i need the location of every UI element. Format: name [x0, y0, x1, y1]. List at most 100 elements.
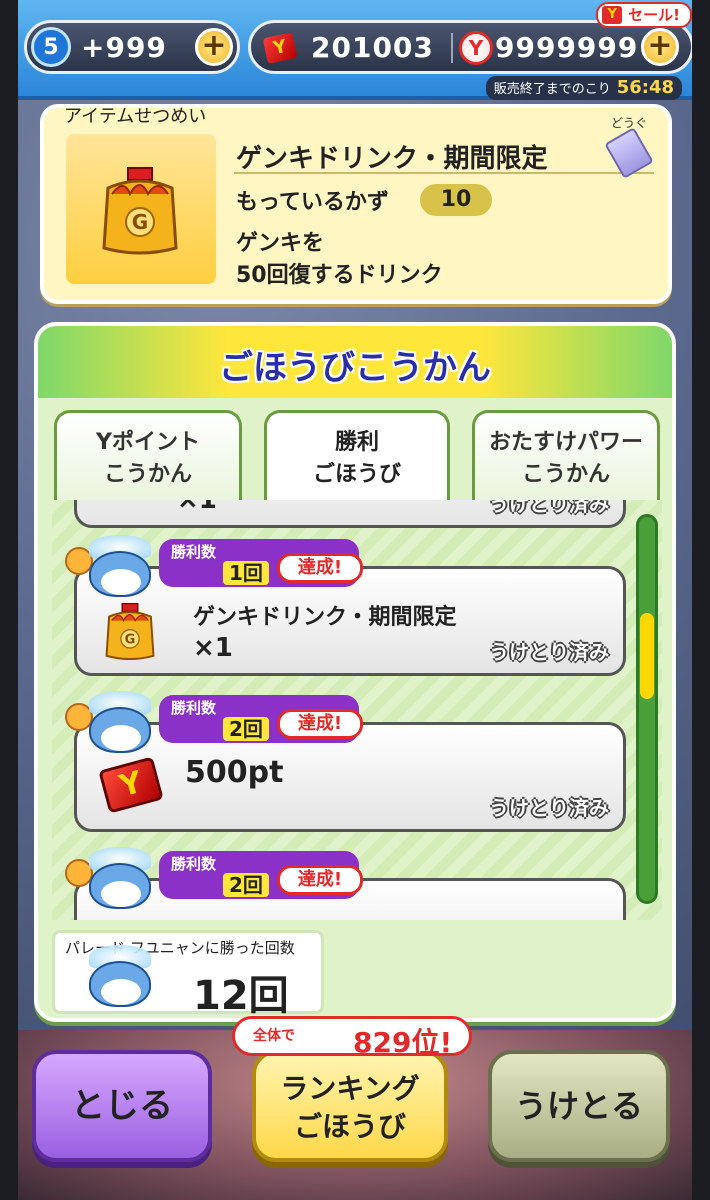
tab-label-line1: おたすけパワー — [488, 430, 643, 455]
achieved-badge: 達成! — [277, 709, 363, 739]
reward-qty: ×1 — [177, 500, 217, 515]
win-label: 勝利数 — [171, 699, 217, 717]
win-count: 2回 — [223, 873, 269, 897]
fuyunyan-icon — [65, 943, 151, 1007]
reward-list-scrollbar[interactable] — [636, 514, 658, 904]
item-name-underline — [234, 172, 654, 174]
genki-drink-icon: G — [102, 167, 178, 255]
timer-label: 販売終了までのこり — [493, 82, 611, 97]
add-money-button[interactable]: + — [641, 28, 679, 66]
receive-button-label: うけとる — [514, 1087, 643, 1125]
timer-value: 56:48 — [616, 77, 674, 98]
received-status: うけとり済み — [489, 796, 609, 820]
owned-count: 10 — [420, 184, 492, 216]
add-energy-button[interactable]: + — [195, 28, 233, 66]
fuyunyan-icon — [65, 689, 151, 759]
reward-tabs: Yポイント こうかん 勝利 ごほうび おたすけパワー こうかん — [38, 410, 672, 506]
rank-prefix: 全体で — [253, 1028, 295, 1044]
tool-scroll-icon — [604, 127, 654, 179]
receive-button[interactable]: うけとる — [488, 1050, 670, 1162]
wins-counter: パレード フユニャンに勝った回数 12回 — [52, 930, 324, 1018]
ranking-rewards-button[interactable]: ランキング ごほうび — [252, 1050, 448, 1162]
item-description-panel: アイテムせつめい G ゲンキドリンク・期間限定 どうぐ もっているかず 10 ゲ… — [40, 104, 672, 304]
win-count-tag: 勝利数 2回 達成! — [159, 851, 363, 899]
reward-row: 勝利数 2回 達成! Y 500pt うけとり済み — [65, 691, 626, 832]
cat-head — [89, 551, 151, 597]
fuyunyan-icon — [65, 533, 151, 603]
received-status: うけとり済み — [489, 500, 609, 516]
item-description-line2: 50回復するドリンク — [236, 263, 443, 288]
reward-points: 500pt — [185, 755, 284, 790]
tab-label-line2: ごほうび — [312, 462, 401, 487]
rank-value: 829位! — [353, 1026, 453, 1059]
currency-divider — [451, 33, 453, 63]
y-card-icon: Y — [98, 756, 164, 814]
cat-head — [89, 961, 151, 1007]
tab-label-line2: こうかん — [521, 462, 610, 487]
reward-panel-title: ごほうびこうかん — [219, 348, 491, 388]
drink-letter: G — [132, 210, 148, 234]
y-card-icon: Y — [262, 32, 298, 64]
tab-ypoint-exchange[interactable]: Yポイント こうかん — [54, 410, 242, 500]
win-count-tag: 勝利数 1回 達成! — [159, 539, 363, 587]
owned-label: もっているかず — [236, 190, 389, 215]
wins-value: 12回 — [193, 973, 289, 1019]
win-label: 勝利数 — [171, 543, 217, 561]
y-money-value: 9999999 — [495, 31, 639, 64]
win-count: 1回 — [223, 561, 269, 585]
reward-row: 勝利数 1回 達成! G ゲンキドリンク・期間限定 ×1 うけとり済み — [65, 535, 626, 676]
close-button[interactable]: とじる — [32, 1050, 212, 1162]
cat-head — [89, 863, 151, 909]
currency-pill: Y 201003 Y 9999999 + — [248, 20, 692, 74]
item-description-line1: ゲンキを — [236, 231, 325, 256]
genki-drink-icon: G — [105, 602, 155, 661]
drink-letter: G — [125, 632, 136, 647]
y-point-card-icon: Y — [98, 756, 164, 817]
tool-label: どうぐ — [610, 116, 647, 130]
achieved-badge: 達成! — [277, 865, 363, 895]
reward-row: ×1 うけとり済み — [74, 500, 626, 528]
tab-label-line1: 勝利 — [334, 430, 379, 455]
y-card-mini-icon: Y — [602, 6, 623, 24]
reward-name: ゲンキドリンク・期間限定 — [193, 605, 457, 630]
received-status: うけとり済み — [489, 640, 609, 664]
tab-victory-rewards[interactable]: 勝利 ごほうび — [264, 410, 450, 506]
tab-label-line2: こうかん — [103, 462, 192, 487]
sale-badge[interactable]: Y セール! — [596, 2, 692, 28]
game-screen: 5 +999 + Y 201003 Y 9999999 + Y セール! 販売終… — [18, 0, 692, 1200]
close-button-label: とじる — [71, 1086, 173, 1126]
fuyunyan-icon — [65, 845, 151, 915]
win-count: 2回 — [223, 717, 269, 741]
plus-icon: + — [201, 28, 227, 63]
tab-assist-power-exchange[interactable]: おたすけパワー こうかん — [472, 410, 660, 500]
item-panel-title: アイテムせつめい — [64, 106, 207, 127]
rank-badge: 全体で 829位! — [232, 1016, 472, 1059]
item-image-box: G — [66, 134, 216, 284]
item-name: ゲンキドリンク・期間限定 — [236, 144, 548, 174]
y-points-value: 201003 — [311, 31, 434, 64]
reward-exchange-panel: ごほうびこうかん Yポイント こうかん 勝利 ごほうび おたすけパワー こうかん… — [34, 322, 676, 1022]
tab-label-line1: Yポイント — [96, 430, 200, 455]
item-description: ゲンキを 50回復するドリンク — [236, 228, 443, 292]
reward-header: ごほうびこうかん — [38, 326, 672, 398]
y-coin-icon: Y — [459, 31, 493, 65]
sale-label: セール! — [628, 6, 680, 24]
tool-category-tag: どうぐ — [604, 114, 654, 179]
ranking-label-line2: ごほうび — [293, 1110, 406, 1143]
reward-list[interactable]: ×1 うけとり済み 勝利数 1回 達成! G ゲンキドリンク・期間限定 ×1 う… — [52, 500, 662, 920]
reward-qty: ×1 — [193, 633, 233, 663]
scrollbar-thumb[interactable] — [640, 613, 654, 699]
win-label: 勝利数 — [171, 855, 217, 873]
win-count-tag: 勝利数 2回 達成! — [159, 695, 363, 743]
plus-icon: + — [647, 28, 673, 63]
top-status-bar: 5 +999 + Y 201003 Y 9999999 + Y セール! 販売終… — [18, 0, 692, 100]
reward-row: 勝利数 2回 達成! — [65, 847, 626, 920]
ranking-label-line1: ランキング — [280, 1072, 420, 1105]
achieved-badge: 達成! — [277, 553, 363, 583]
sale-timer: 販売終了までのこり 56:48 — [485, 76, 682, 100]
energy-pill: 5 +999 + — [24, 20, 240, 74]
energy-orb-icon: 5 — [31, 27, 71, 67]
energy-count: +999 — [81, 31, 167, 64]
cat-head — [89, 707, 151, 753]
energy-level: 5 — [43, 35, 59, 60]
